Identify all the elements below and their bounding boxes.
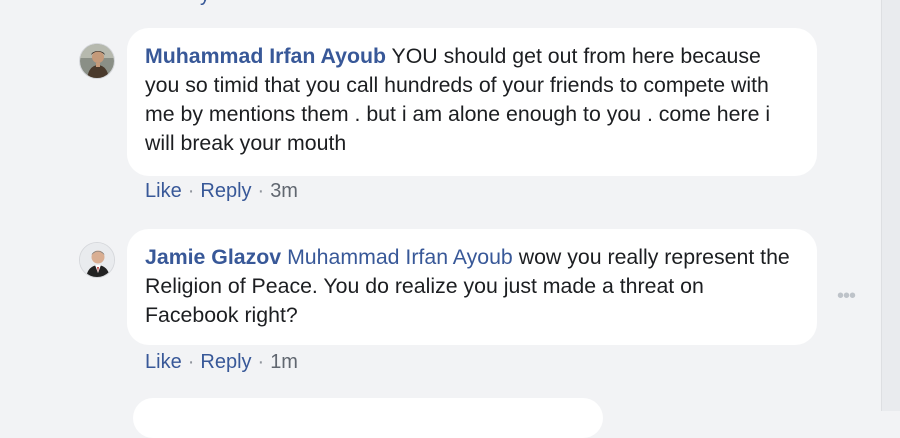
separator: ·: [257, 351, 265, 373]
like-button[interactable]: Like: [145, 351, 182, 373]
comment-author[interactable]: Muhammad Irfan Ayoub: [145, 44, 386, 68]
reply-button[interactable]: Reply: [200, 180, 251, 202]
scrollbar-track[interactable]: [881, 0, 900, 411]
separator: ·: [187, 351, 195, 373]
timestamp[interactable]: 1m: [270, 351, 298, 373]
timestamp[interactable]: 3m: [270, 180, 298, 202]
avatar[interactable]: [79, 242, 115, 278]
comment-bubble: Jamie Glazov Muhammad Irfan Ayoub wow yo…: [127, 229, 817, 345]
like-button[interactable]: Like: [145, 180, 182, 202]
next-comment-bubble: [133, 398, 603, 438]
avatar[interactable]: [79, 43, 115, 79]
more-options-icon[interactable]: •••: [837, 285, 856, 308]
comment-actions: Like · Reply · 3m: [145, 180, 298, 203]
comment-actions: Like · Reply · 1m: [145, 351, 298, 374]
previous-comment-reply-link[interactable]: y: [200, 0, 210, 7]
comment-bubble: Muhammad Irfan Ayoub YOU should get out …: [127, 28, 817, 176]
separator: ·: [257, 180, 265, 202]
separator: ·: [187, 180, 195, 202]
comment-author[interactable]: Jamie Glazov: [145, 245, 281, 269]
comment-mention[interactable]: Muhammad Irfan Ayoub: [287, 245, 513, 269]
reply-button[interactable]: Reply: [200, 351, 251, 373]
